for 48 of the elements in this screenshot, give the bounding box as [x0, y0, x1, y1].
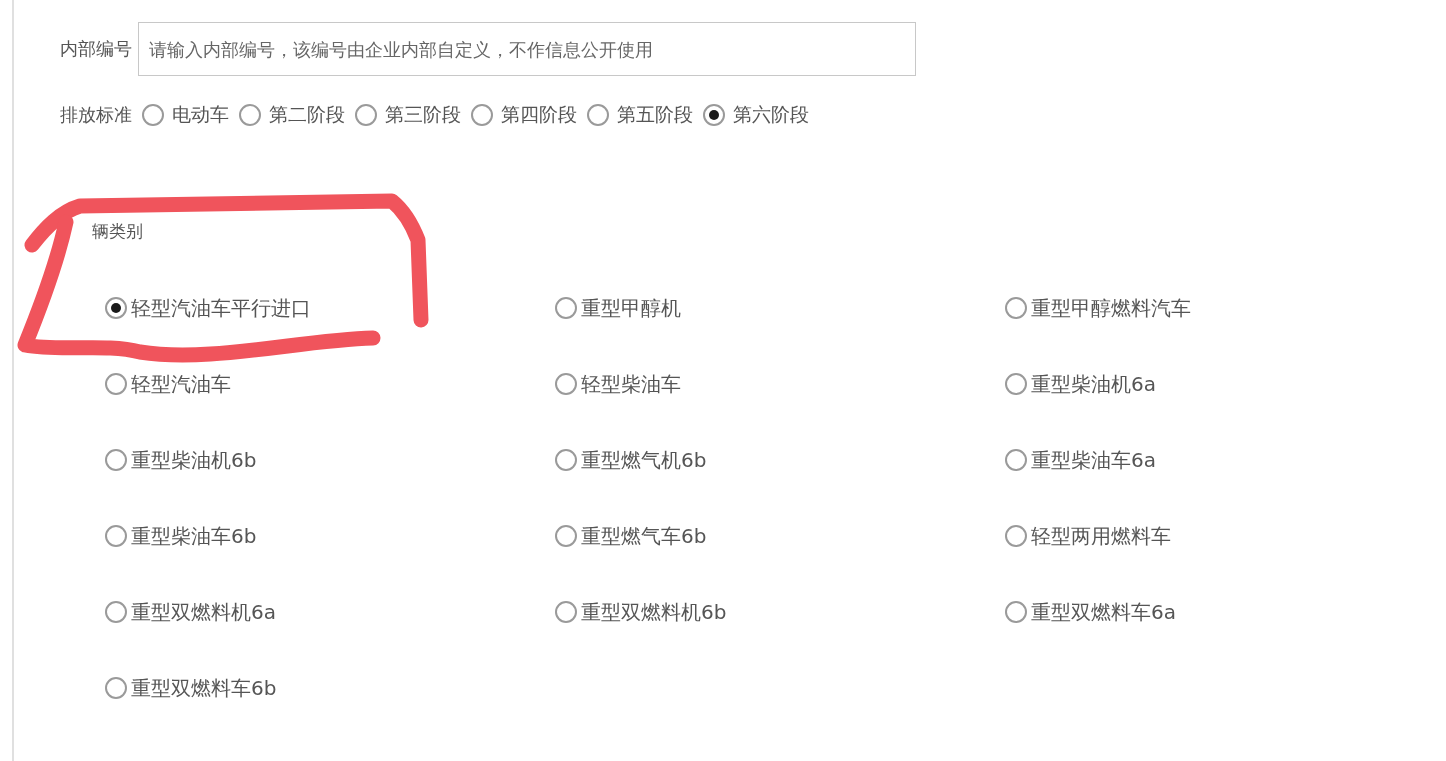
radio-button[interactable] — [555, 525, 577, 547]
radio-option[interactable]: 重型甲醇机 — [555, 295, 1005, 321]
radio-button[interactable] — [1005, 373, 1027, 395]
radio-button[interactable] — [555, 297, 577, 319]
radio-button[interactable] — [703, 104, 725, 126]
radio-button[interactable] — [239, 104, 261, 126]
radio-option[interactable]: 轻型柴油车 — [555, 371, 1005, 397]
radio-button[interactable] — [1005, 525, 1027, 547]
radio-button[interactable] — [1005, 449, 1027, 471]
radio-button[interactable] — [142, 104, 164, 126]
radio-option[interactable]: 第三阶段 — [355, 102, 461, 128]
radio-option[interactable]: 重型双燃料车6b — [105, 675, 555, 701]
radio-button[interactable] — [555, 449, 577, 471]
radio-button[interactable] — [1005, 601, 1027, 623]
radio-button[interactable] — [471, 104, 493, 126]
radio-button[interactable] — [105, 449, 127, 471]
radio-option[interactable]: 重型燃气机6b — [555, 447, 1005, 473]
field-label: 内部编号 — [60, 37, 132, 61]
radio-option[interactable]: 轻型汽油车 — [105, 371, 555, 397]
radio-option[interactable]: 第二阶段 — [239, 102, 345, 128]
radio-option[interactable]: 重型双燃料车6a — [1005, 599, 1446, 625]
radio-option[interactable]: 重型双燃料机6a — [105, 599, 555, 625]
radio-option[interactable]: 重型柴油车6a — [1005, 447, 1446, 473]
radio-option[interactable]: 重型柴油机6a — [1005, 371, 1446, 397]
radio-option[interactable]: 重型燃气车6b — [555, 523, 1005, 549]
radio-button[interactable] — [105, 677, 127, 699]
radio-button[interactable] — [105, 373, 127, 395]
field-label: 辆类别 — [92, 220, 143, 243]
input-field[interactable]: 请输入内部编号，该编号由企业内部自定义，不作信息公开使用 — [138, 22, 916, 76]
radio-option[interactable]: 重型柴油机6b — [105, 447, 555, 473]
radio-button[interactable] — [587, 104, 609, 126]
radio-option[interactable]: 重型双燃料机6b — [555, 599, 1005, 625]
radio-option[interactable]: 重型柴油车6b — [105, 523, 555, 549]
radio-button[interactable] — [105, 601, 127, 623]
radio-button[interactable] — [555, 373, 577, 395]
radio-option[interactable]: 第五阶段 — [587, 102, 693, 128]
radio-button[interactable] — [355, 104, 377, 126]
radio-option[interactable]: 第六阶段 — [703, 102, 809, 128]
radio-option[interactable]: 轻型汽油车平行进口 — [105, 295, 555, 321]
radio-option[interactable]: 重型甲醇燃料汽车 — [1005, 295, 1446, 321]
radio-option[interactable]: 轻型两用燃料车 — [1005, 523, 1446, 549]
radio-button[interactable] — [1005, 297, 1027, 319]
radio-option[interactable]: 第四阶段 — [471, 102, 577, 128]
field-label: 排放标准 — [60, 103, 132, 127]
radio-button[interactable] — [105, 297, 127, 319]
radio-button[interactable] — [555, 601, 577, 623]
radio-button[interactable] — [105, 525, 127, 547]
radio-option[interactable]: 电动车 — [142, 102, 229, 128]
